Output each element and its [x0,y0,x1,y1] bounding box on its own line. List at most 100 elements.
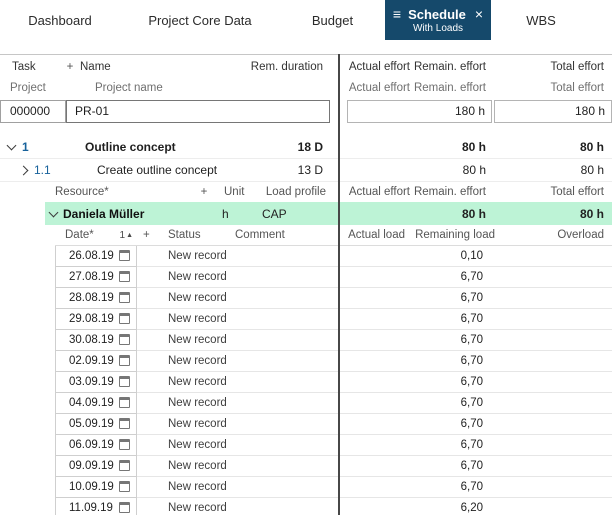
calendar-icon[interactable] [119,460,130,471]
tab-project-core-data[interactable]: Project Core Data [120,0,280,40]
date-cell[interactable]: 02.09.19 [55,351,137,372]
tab-schedule-active[interactable]: ≡ Schedule × With Loads [385,0,491,40]
remaining-load-cell[interactable]: 6,70 [408,418,497,430]
date-value: 27.08.19 [69,271,114,283]
date-value: 03.09.19 [69,376,114,388]
col-header-remaining-load: Remaining load [408,229,497,241]
date-value: 09.09.19 [69,460,114,472]
resource-total-effort: 80 h [490,207,612,221]
calendar-icon[interactable] [119,250,130,261]
calendar-icon[interactable] [119,271,130,282]
tab-label: Dashboard [28,13,92,28]
col-header-load-profile: Load profile [254,186,340,198]
date-cell[interactable]: 27.08.19 [55,267,137,288]
tab-label: Project Core Data [148,13,251,28]
date-value: 06.09.19 [69,439,114,451]
calendar-icon[interactable] [119,334,130,345]
date-cell[interactable]: 28.08.19 [55,288,137,309]
date-cell[interactable]: 09.09.19 [55,456,137,477]
calendar-icon[interactable] [119,502,130,513]
date-cell[interactable]: 05.09.19 [55,414,137,435]
remaining-load-cell[interactable]: 6,70 [408,334,497,346]
spacer [0,124,612,136]
calendar-icon[interactable] [119,481,130,492]
chevron-down-icon[interactable] [7,141,17,151]
project-total-effort-cell: 180 h [494,100,612,123]
status-text: New record [168,313,235,325]
remaining-load-cell[interactable]: 6,20 [408,502,497,514]
col-header-rem-duration: Rem. duration [240,61,340,73]
load-row: 28.08.19 New record 6,70 [55,288,612,309]
add-load-row-button[interactable]: + [137,229,168,241]
col-header-total-effort: Total effort [490,186,612,198]
menu-icon[interactable]: ≡ [393,7,401,21]
date-cell[interactable]: 04.09.19 [55,393,137,414]
date-cell[interactable]: 03.09.19 [55,372,137,393]
load-row: 06.09.19 New record 6,70 [55,435,612,456]
resource-load-profile: CAP [250,207,340,221]
remaining-load-cell[interactable]: 6,70 [408,355,497,367]
col-header-remain-effort: Remain. effort [412,82,490,94]
col-header-actual-effort: Actual effort [340,61,412,73]
sort-ascending-control[interactable]: 1 ▲ [120,230,138,241]
task-row-1-1[interactable]: 1.1 Create outline concept 13 D 80 h 80 … [0,159,612,182]
remaining-load-cell[interactable]: 6,70 [408,292,497,304]
chevron-right-icon[interactable] [19,165,29,175]
date-value: 02.09.19 [69,355,114,367]
remaining-load-cell[interactable]: 6,70 [408,397,497,409]
sort-order-number: 1 [120,230,126,241]
remaining-load-cell[interactable]: 6,70 [408,313,497,325]
load-row: 29.08.19 New record 6,70 [55,309,612,330]
date-cell[interactable]: 06.09.19 [55,435,137,456]
project-id-cell[interactable]: 000000 [0,100,66,123]
close-tab-icon[interactable]: × [475,7,483,21]
task-remain-effort: 80 h [412,163,490,177]
calendar-icon[interactable] [119,313,130,324]
tab-bar: Dashboard Project Core Data Budget ≡ Sch… [0,0,612,40]
date-value: 10.09.19 [69,481,114,493]
resource-row-selected[interactable]: Daniela Müller h CAP 80 h 80 h [45,202,612,225]
remaining-load-cell[interactable]: 6,70 [408,460,497,472]
date-cell[interactable]: 30.08.19 [55,330,137,351]
date-cell[interactable]: 29.08.19 [55,309,137,330]
remaining-load-cell[interactable]: 6,70 [408,481,497,493]
col-header-total-effort: Total effort [490,61,612,73]
task-row-1[interactable]: 1 Outline concept 18 D 80 h 80 h [0,136,612,159]
tab-budget[interactable]: Budget [280,0,385,40]
load-row: 26.08.19 New record 0,10 [55,246,612,267]
calendar-icon[interactable] [119,355,130,366]
calendar-icon[interactable] [119,397,130,408]
project-name-input[interactable] [66,100,330,123]
calendar-icon[interactable] [119,376,130,387]
add-task-button[interactable]: + [60,61,80,73]
status-text: New record [168,397,235,409]
date-value: 05.09.19 [69,418,114,430]
load-row: 04.09.19 New record 6,70 [55,393,612,414]
chevron-down-icon[interactable] [49,207,59,217]
date-cell[interactable]: 10.09.19 [55,477,137,498]
date-cell[interactable]: 26.08.19 [55,246,137,267]
col-header-resource: Resource* [0,186,194,198]
task-rem-duration: 18 D [240,140,340,154]
tab-dashboard[interactable]: Dashboard [0,0,120,40]
calendar-icon[interactable] [119,439,130,450]
status-text: New record [168,481,235,493]
status-text: New record [168,292,235,304]
remaining-load-cell[interactable]: 0,10 [408,250,497,262]
col-header-comment: Comment [235,229,340,241]
tab-wbs[interactable]: WBS [491,0,591,40]
resource-unit: h [210,207,250,221]
chevron-wrap [45,212,63,216]
task-total-effort: 80 h [490,140,612,154]
calendar-icon[interactable] [119,292,130,303]
load-table-header-row: Date* 1 ▲ + Status Comment Actual load R… [55,225,612,246]
date-cell[interactable]: 11.09.19 [55,498,137,515]
resource-name: Daniela Müller [63,207,210,221]
remaining-load-cell[interactable]: 6,70 [408,376,497,388]
add-resource-button[interactable]: + [194,186,214,198]
col-header-actual-effort: Actual effort [340,186,412,198]
remaining-load-cell[interactable]: 6,70 [408,439,497,451]
remaining-load-cell[interactable]: 6,70 [408,271,497,283]
col-header-task: Task [0,61,60,73]
calendar-icon[interactable] [119,418,130,429]
